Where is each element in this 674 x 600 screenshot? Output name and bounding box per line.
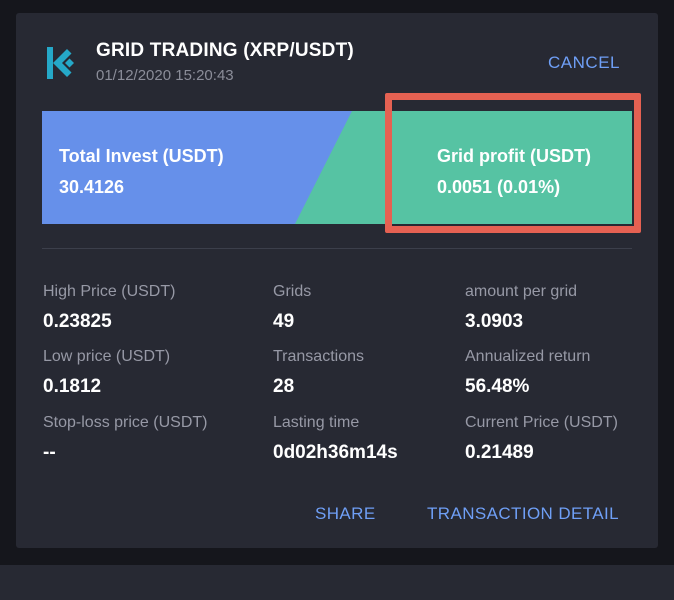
stat-value: 0d02h36m14s (273, 442, 398, 463)
stat-lasting-time: Lasting time 0d02h36m14s (273, 414, 398, 464)
stat-value: 0.1812 (43, 376, 102, 397)
stat-value: 3.0903 (465, 311, 524, 332)
stat-label: Current Price (USDT) (465, 414, 618, 431)
stat-label: Low price (USDT) (43, 348, 171, 365)
cancel-button[interactable]: CANCEL (548, 53, 620, 73)
stat-annualized-return: Annualized return 56.48% (465, 348, 590, 398)
stat-value: 49 (273, 311, 295, 332)
stat-grids: Grids 49 (273, 283, 311, 333)
stat-label: Lasting time (273, 414, 360, 431)
grid-trading-card: GRID TRADING (XRP/USDT) 01/12/2020 15:20… (16, 13, 658, 548)
stat-label: amount per grid (465, 283, 578, 300)
stat-value: 0.23825 (43, 311, 112, 332)
stat-label: High Price (USDT) (43, 283, 176, 300)
total-invest-label: Total Invest (USDT) (59, 146, 224, 166)
stat-amount-per-grid: amount per grid 3.0903 (465, 283, 577, 333)
page-title: GRID TRADING (XRP/USDT) (96, 40, 354, 61)
transaction-detail-button[interactable]: TRANSACTION DETAIL (427, 504, 619, 524)
highlight-box (385, 93, 641, 233)
stat-low-price: Low price (USDT) 0.1812 (43, 348, 170, 398)
stat-value: -- (43, 442, 56, 463)
stat-label: Grids (273, 283, 312, 300)
timestamp: 01/12/2020 15:20:43 (96, 67, 234, 84)
share-button[interactable]: SHARE (315, 504, 376, 524)
stat-label: Stop-loss price (USDT) (43, 414, 208, 431)
stat-transactions: Transactions 28 (273, 348, 364, 398)
stat-value: 56.48% (465, 376, 530, 397)
stat-high-price: High Price (USDT) 0.23825 (43, 283, 175, 333)
bottom-panel (0, 565, 674, 600)
divider (42, 248, 632, 249)
stat-value: 0.21489 (465, 442, 534, 463)
total-invest-value: 30.4126 (59, 177, 125, 197)
stat-current-price: Current Price (USDT) 0.21489 (465, 414, 618, 464)
stat-value: 28 (273, 376, 295, 397)
stat-label: Annualized return (465, 348, 591, 365)
stat-label: Transactions (273, 348, 364, 365)
stat-stop-loss-price: Stop-loss price (USDT) -- (43, 414, 207, 464)
kucoin-logo-icon (47, 47, 74, 79)
